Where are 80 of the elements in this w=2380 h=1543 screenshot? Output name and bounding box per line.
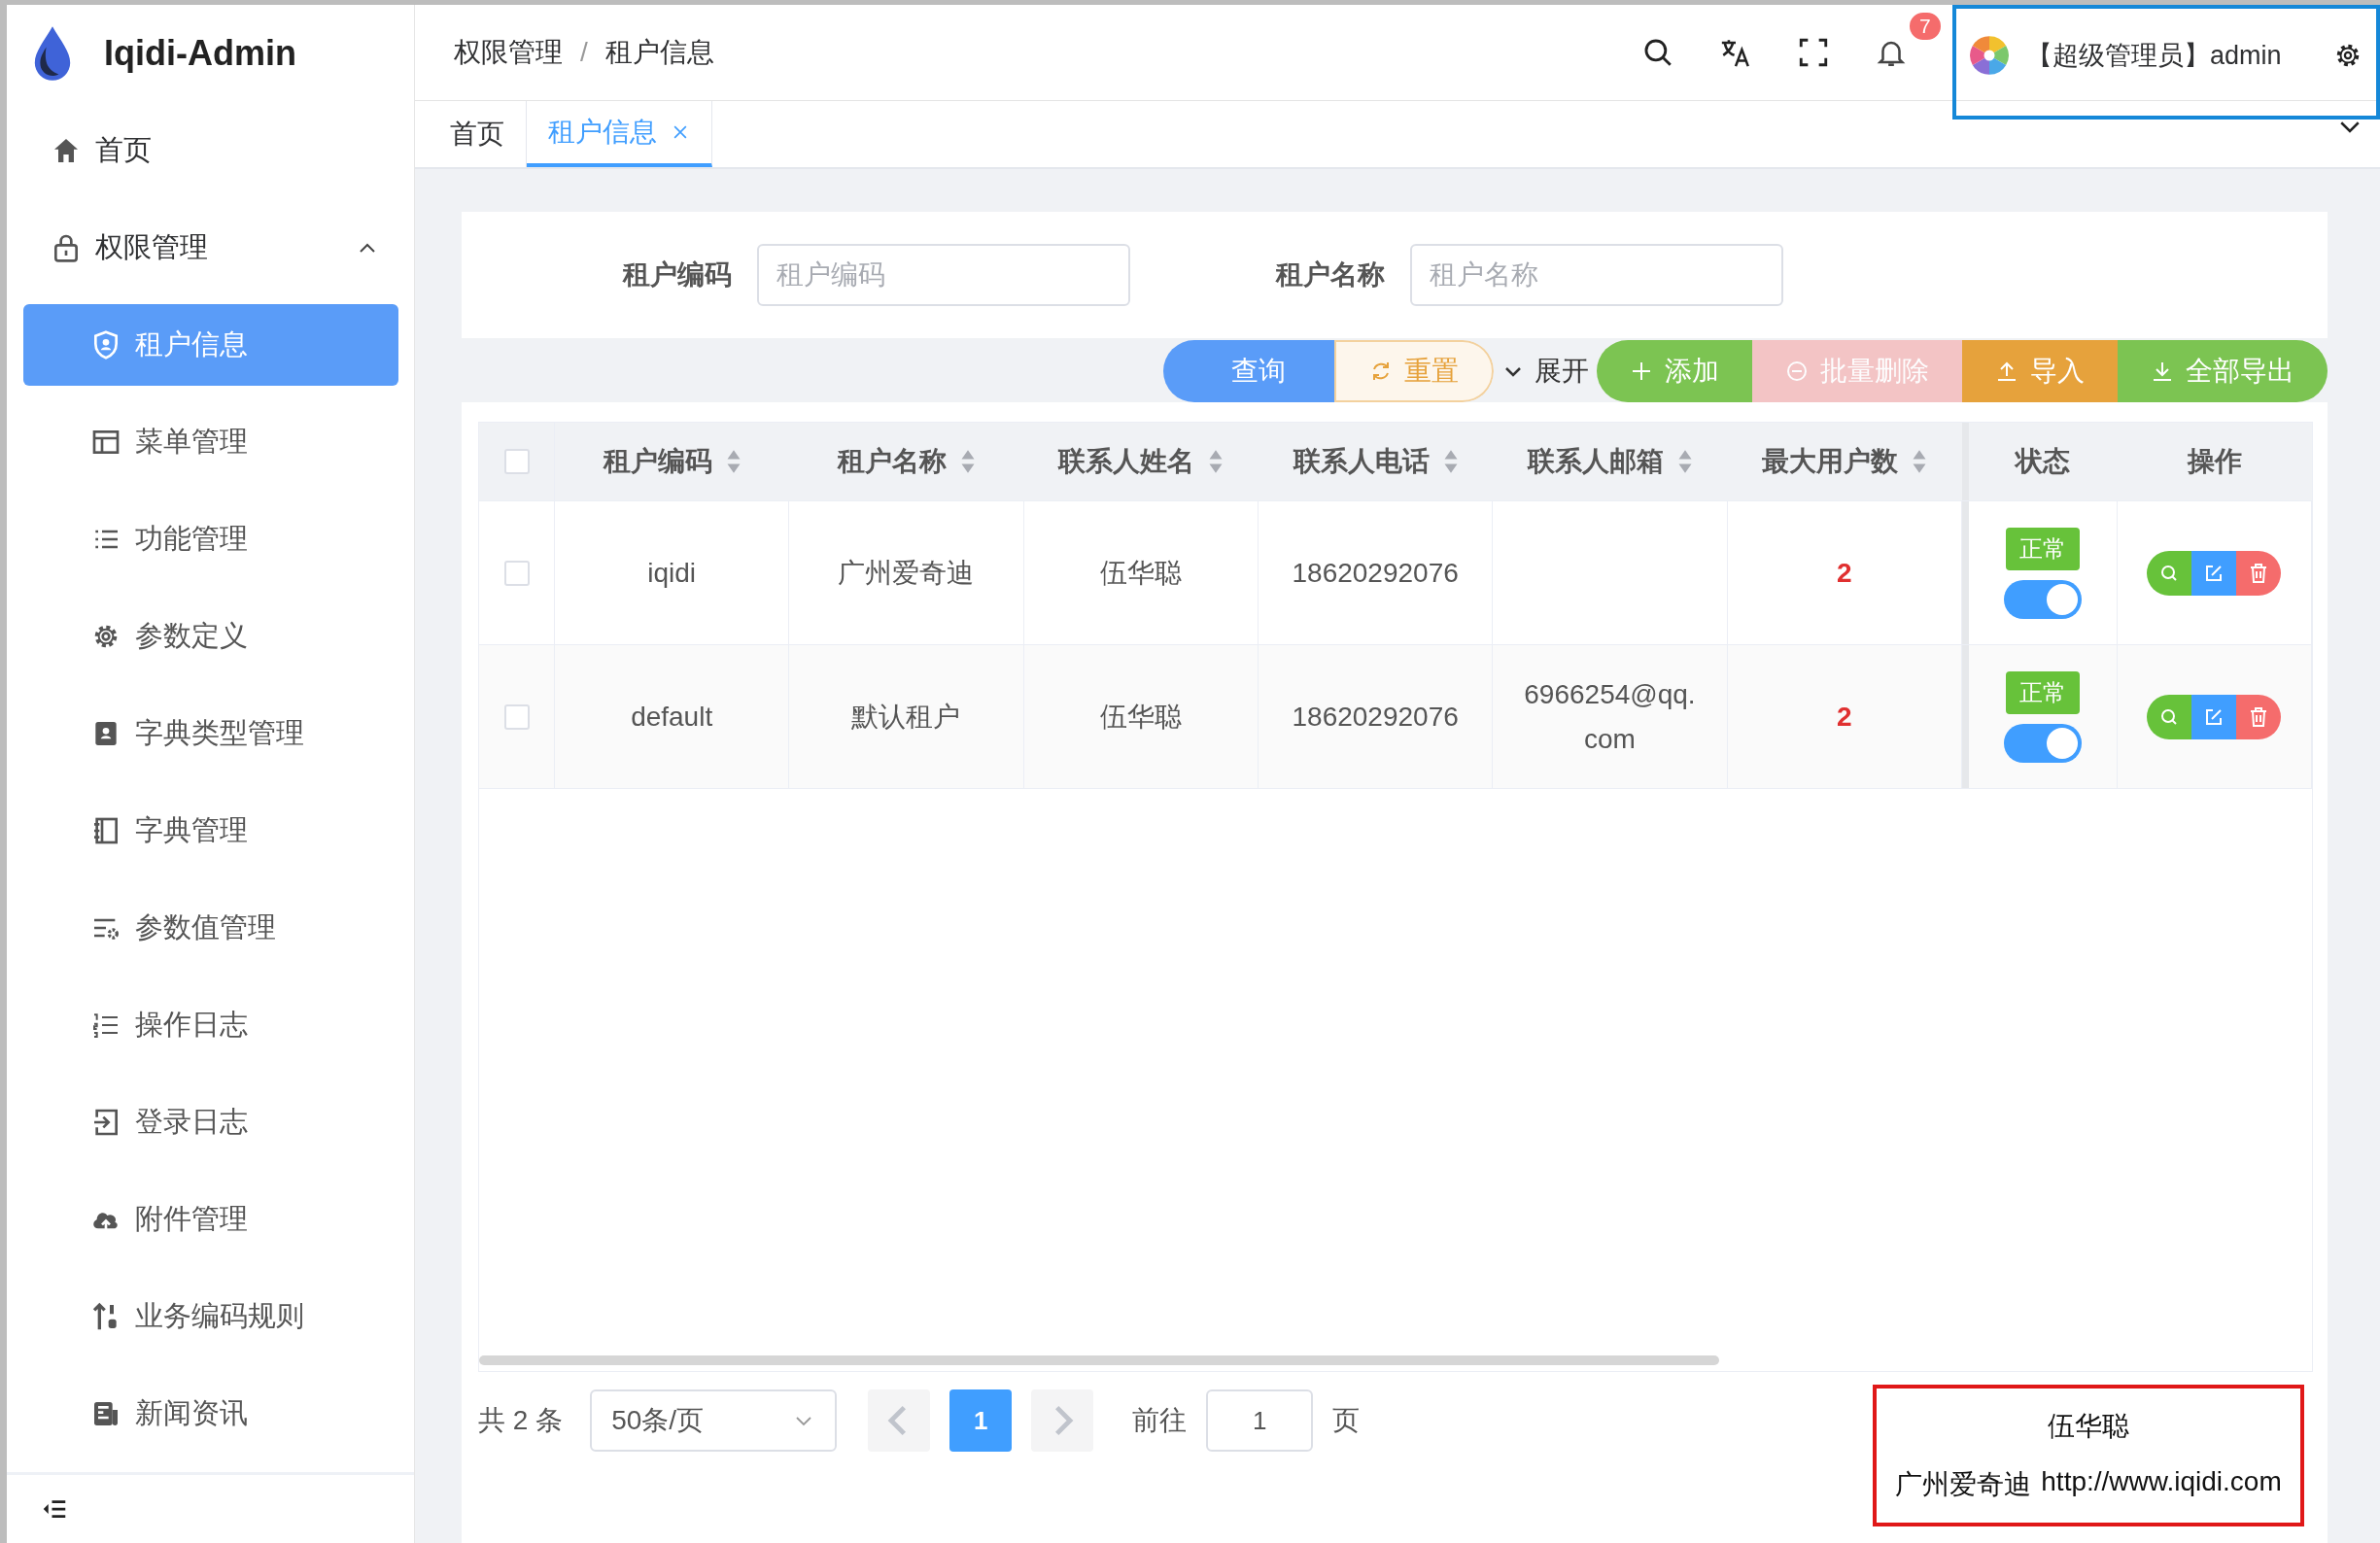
goto-label: 前往 <box>1132 1404 1188 1437</box>
avatar-icon <box>1968 34 2011 77</box>
column-header[interactable]: 状态 <box>1962 423 2118 500</box>
sidebar-item[interactable]: 菜单管理 <box>23 401 398 483</box>
sidebar-item[interactable]: 字典管理 <box>23 790 398 872</box>
sidebar-item[interactable]: 新闻资讯 <box>23 1373 398 1455</box>
download-icon <box>2151 360 2174 383</box>
fullscreen-icon[interactable] <box>1797 36 1830 69</box>
status-switch[interactable] <box>2004 579 2082 619</box>
status-tag: 正常 <box>2006 527 2080 570</box>
sidebar-item[interactable]: 功能管理 <box>23 498 398 580</box>
sort-icon[interactable] <box>725 449 742 474</box>
total-count: 共 2 条 <box>478 1404 564 1437</box>
row-checkbox[interactable] <box>503 560 530 586</box>
column-header[interactable]: 最大用户数 <box>1727 423 1962 500</box>
contact-name-cell-text: 伍华聪 <box>1099 556 1182 590</box>
sidebar-item[interactable]: 登录日志 <box>23 1081 398 1163</box>
tenant-code-cell: default <box>631 701 713 733</box>
company-name: 广州爱奇迪 <box>1895 1468 2032 1501</box>
input-field[interactable]: 租户编码 <box>757 244 1130 306</box>
notification-badge: 7 <box>1908 11 1943 42</box>
horizontal-scrollbar[interactable] <box>479 1355 1719 1365</box>
edit-button[interactable] <box>2191 550 2237 596</box>
tenant-code-cell: iqidi <box>647 557 697 589</box>
sidebar-item[interactable]: 字典类型管理 <box>23 693 398 774</box>
previous-page-icon[interactable] <box>868 1389 931 1452</box>
sidebar-item[interactable]: 附件管理 <box>23 1179 398 1260</box>
sort-icon[interactable] <box>960 449 976 474</box>
field-label: 租户编码 <box>623 258 732 291</box>
edit-button[interactable] <box>2191 694 2237 739</box>
website-link[interactable]: http://www.iqidi.com <box>2041 1466 2282 1503</box>
sidebar-item[interactable]: 首页 <box>7 102 414 199</box>
page-suffix: 页 <box>1332 1404 1361 1437</box>
input-field[interactable]: 租户名称 <box>1410 244 1783 306</box>
email-cell-text: 6966254@qq.com <box>1523 677 1697 756</box>
expand-toggle[interactable]: 展开 <box>1494 353 1597 390</box>
phone-cell: 18620292076 <box>1292 701 1459 733</box>
breadcrumb-item[interactable]: 租户信息 <box>604 34 714 71</box>
sort-icon[interactable] <box>1442 449 1459 474</box>
status-tag: 正常 <box>2006 670 2080 714</box>
column-header[interactable]: 联系人姓名 <box>1023 423 1259 500</box>
sort-icon[interactable] <box>1912 449 1928 474</box>
tenant-name-cell-text: 默认租户 <box>851 700 961 734</box>
phone-cell: 18620292076 <box>1292 557 1459 589</box>
app-title: Iqidi-Admin <box>104 33 296 74</box>
sort-icon[interactable] <box>1208 449 1224 474</box>
max-users-cell: 2 <box>1837 557 1852 589</box>
next-page-icon[interactable] <box>1031 1389 1094 1452</box>
breadcrumb-item[interactable]: 权限管理 <box>454 34 563 71</box>
column-header[interactable]: 租户编码 <box>555 423 790 500</box>
minus-circle-icon <box>1785 360 1809 383</box>
sidebar-item[interactable]: 参数值管理 <box>23 887 398 969</box>
sidebar-item[interactable]: 业务编码规则 <box>23 1276 398 1357</box>
status-switch[interactable] <box>2004 723 2082 763</box>
field-label: 租户名称 <box>1276 258 1385 291</box>
sidebar-item[interactable]: 参数定义 <box>23 596 398 677</box>
delete-button[interactable] <box>2236 550 2282 596</box>
sidebar-item[interactable]: 操作日志 <box>23 984 398 1066</box>
sidebar-group[interactable]: 权限管理 <box>7 199 414 296</box>
select-all-checkbox[interactable] <box>503 449 530 474</box>
page-size-select[interactable]: 50条/页 <box>590 1389 838 1452</box>
delete-button[interactable] <box>2236 694 2282 739</box>
tenant-name-cell-text: 广州爱奇迪 <box>838 556 975 590</box>
upload-icon <box>1995 360 2018 383</box>
sort-icon[interactable] <box>1677 449 1693 474</box>
row-checkbox[interactable] <box>503 703 530 730</box>
breadcrumb-separator: / <box>580 37 588 68</box>
page-input[interactable]: 1 <box>1206 1389 1314 1452</box>
column-header[interactable]: 操作 <box>2118 423 2312 500</box>
column-header[interactable]: 联系人电话 <box>1259 423 1494 500</box>
max-users-cell: 2 <box>1837 701 1852 733</box>
column-header[interactable]: 联系人邮箱 <box>1493 423 1728 500</box>
view-button[interactable] <box>2147 550 2192 596</box>
contact-name: 伍华聪 <box>2048 1410 2129 1443</box>
view-button[interactable] <box>2147 694 2192 739</box>
user-menu[interactable]: 【超级管理员】admin <box>1952 5 2380 120</box>
plus-icon <box>1630 360 1653 383</box>
column-header[interactable]: 租户名称 <box>789 423 1024 500</box>
page-tab[interactable]: 首页 <box>429 101 527 167</box>
contact-name-cell-text: 伍华聪 <box>1099 700 1182 734</box>
